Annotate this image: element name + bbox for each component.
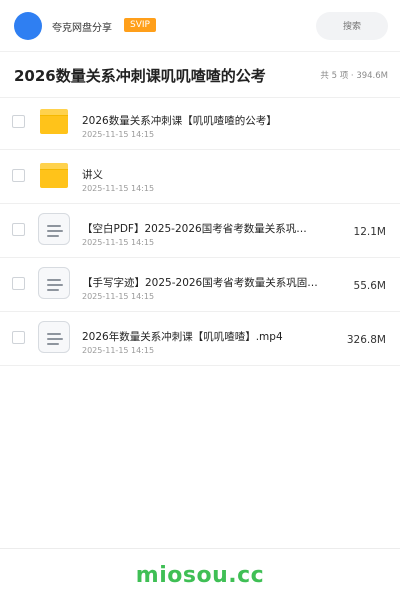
item-size: 326.8M: [346, 334, 386, 346]
footer: miosou.cc: [0, 548, 400, 600]
list-item[interactable]: 【手写字迹】2025-2026国考省考数量关系巩固… 2025-11-15 14…: [0, 258, 400, 312]
search-input[interactable]: [316, 12, 388, 40]
site-watermark: miosou.cc: [135, 563, 265, 588]
folder-icon: [38, 109, 70, 137]
list-item[interactable]: 2026数量关系冲刺课【叽叽喳喳的公考】 2025-11-15 14:15: [0, 96, 400, 150]
item-size: 12.1M: [353, 226, 386, 238]
folder-icon: [38, 163, 70, 191]
app-name: 夸克网盘分享: [52, 23, 112, 34]
top-bar: 夸克网盘分享 SVIP: [0, 0, 400, 52]
list-item[interactable]: 讲义 2025-11-15 14:15: [0, 150, 400, 204]
list-item[interactable]: 【空白PDF】2025-2026国考省考数量关系巩… 2025-11-15 14…: [0, 204, 400, 258]
item-date: 2025-11-15 14:15: [82, 238, 155, 247]
file-list: 2026数量关系冲刺课【叽叽喳喳的公考】 2025-11-15 14:15 讲义…: [0, 96, 400, 366]
document-icon: [38, 321, 70, 353]
item-name[interactable]: 讲义: [82, 167, 322, 182]
item-date: 2025-11-15 14:15: [82, 346, 155, 355]
item-date: 2025-11-15 14:15: [82, 292, 155, 301]
item-name[interactable]: 2026数量关系冲刺课【叽叽喳喳的公考】: [82, 113, 322, 128]
page-title: 2026数量关系冲刺课叽叽喳喳的公考: [14, 67, 266, 85]
select-checkbox[interactable]: [12, 115, 25, 128]
item-summary: 共 5 项 · 394.6M: [320, 71, 388, 81]
item-name[interactable]: 【手写字迹】2025-2026国考省考数量关系巩固…: [82, 275, 322, 290]
folder-header: 2026数量关系冲刺课叽叽喳喳的公考 共 5 项 · 394.6M: [0, 52, 400, 98]
select-checkbox[interactable]: [12, 169, 25, 182]
select-checkbox[interactable]: [12, 331, 25, 344]
item-name[interactable]: 【空白PDF】2025-2026国考省考数量关系巩…: [82, 221, 322, 236]
select-checkbox[interactable]: [12, 223, 25, 236]
item-date: 2025-11-15 14:15: [82, 130, 155, 139]
list-item[interactable]: 2026年数量关系冲刺课【叽叽喳喳】.mp4 2025-11-15 14:15 …: [0, 312, 400, 366]
svip-badge: SVIP: [124, 18, 156, 32]
avatar[interactable]: [14, 12, 42, 40]
item-name[interactable]: 2026年数量关系冲刺课【叽叽喳喳】.mp4: [82, 329, 322, 344]
select-checkbox[interactable]: [12, 277, 25, 290]
item-date: 2025-11-15 14:15: [82, 184, 155, 193]
item-size: 55.6M: [353, 280, 386, 292]
document-icon: [38, 213, 70, 245]
document-icon: [38, 267, 70, 299]
